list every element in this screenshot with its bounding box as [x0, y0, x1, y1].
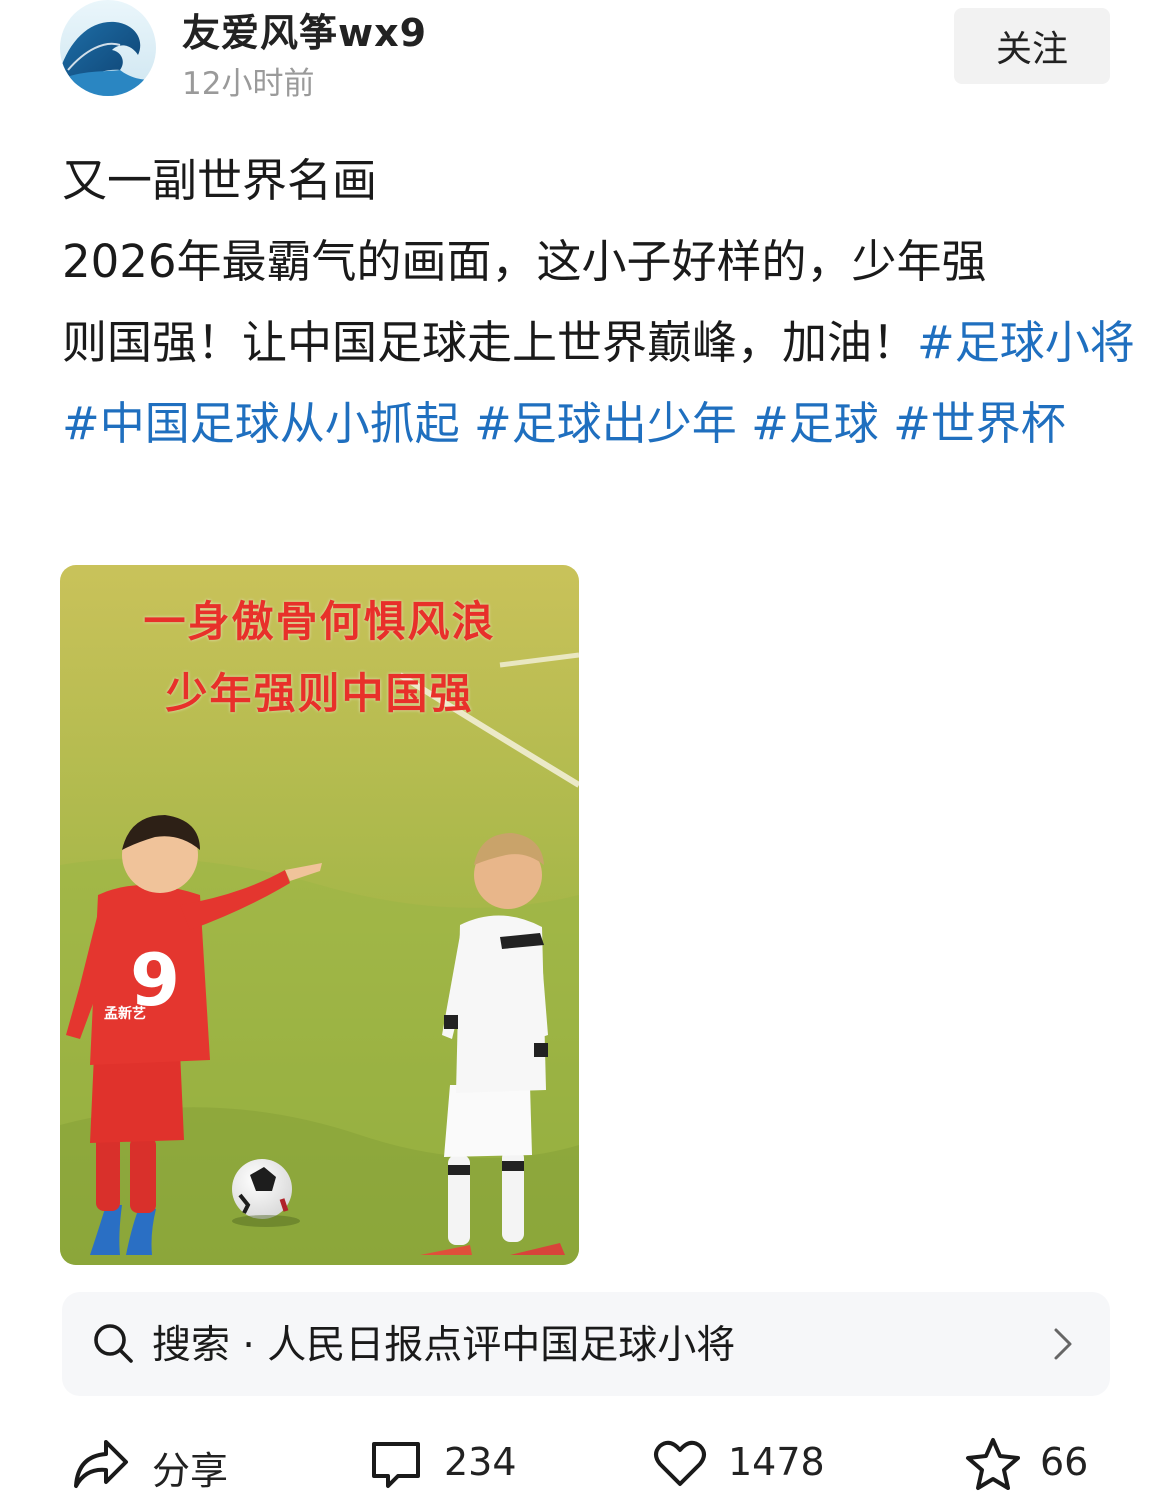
chevron-right-icon [1054, 1328, 1072, 1360]
image-caption-line-1: 一身傲骨何惧风浪 [143, 597, 496, 646]
star-icon [966, 1438, 1020, 1490]
share-button[interactable]: 分享 [72, 1420, 232, 1508]
share-label: 分享 [152, 1449, 229, 1493]
jersey-name: 孟新艺 [104, 1006, 146, 1022]
like-button[interactable]: 1478 [652, 1420, 832, 1508]
avatar[interactable] [60, 0, 156, 96]
heart-icon [654, 1440, 706, 1486]
related-search-text: 搜索 · 人民日报点评中国足球小将 [152, 1323, 736, 1368]
post-header: 友爱风筝wx9 12小时前 关注 [0, 0, 1170, 110]
favorite-count: 66 [1040, 1440, 1089, 1484]
wave-avatar-image [60, 0, 156, 96]
share-icon [74, 1440, 128, 1488]
favorite-button[interactable]: 66 [964, 1420, 1104, 1508]
comment-icon [372, 1442, 420, 1488]
image-caption-line-2: 少年强则中国强 [165, 669, 474, 718]
post-line-2: 2026年最霸气的画面，这小子好样的，少年强 [62, 235, 987, 288]
action-bar: 分享 234 1478 66 [0, 1420, 1170, 1508]
post-line-3-text: 则国强！让中国足球走上世界巅峰，加油！ [62, 316, 918, 369]
hashtag-link[interactable]: #足球出少年 [474, 397, 737, 450]
comment-count: 234 [444, 1440, 517, 1484]
hashtag-link[interactable]: #世界杯 [893, 397, 1066, 450]
post-text: 又一副世界名画 2026年最霸气的画面，这小子好样的，少年强 则国强！让中国足球… [62, 140, 1135, 464]
post-hashtags: #中国足球从小抓起 #足球出少年 #足球 #世界杯 [62, 397, 1066, 450]
username[interactable]: 友爱风筝wx9 [182, 2, 427, 57]
follow-button[interactable]: 关注 [954, 8, 1110, 84]
comment-button[interactable]: 234 [368, 1420, 538, 1508]
search-icon [94, 1324, 133, 1363]
post-line-1: 又一副世界名画 [62, 154, 378, 207]
post-time: 12小时前 [182, 66, 315, 102]
hashtag-link[interactable]: #足球小将 [917, 316, 1135, 369]
like-count: 1478 [728, 1440, 825, 1484]
post-line-3: 则国强！让中国足球走上世界巅峰，加油！#足球小将 [62, 302, 1135, 383]
hashtag-link[interactable]: #足球 [751, 397, 879, 450]
hashtag-link[interactable]: #中国足球从小抓起 [62, 397, 460, 450]
related-search-bar[interactable]: 搜索 · 人民日报点评中国足球小将 [62, 1292, 1110, 1396]
